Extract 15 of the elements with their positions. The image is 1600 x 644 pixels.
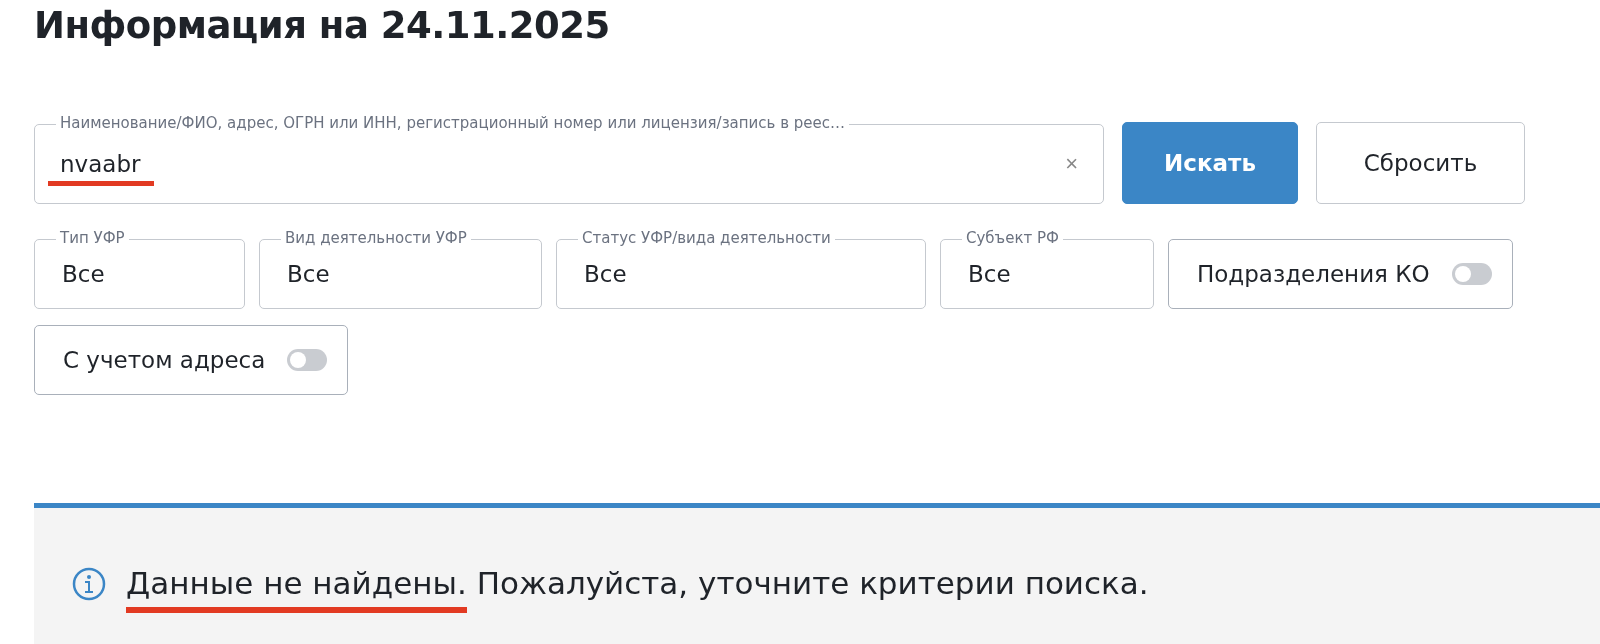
select-field[interactable]: Статус УФР/вида деятельности Все — [556, 229, 926, 309]
reset-button[interactable]: Сбросить — [1316, 122, 1525, 204]
clear-button[interactable]: × — [1065, 151, 1078, 177]
toggle-switch[interactable] — [287, 349, 328, 371]
select-field[interactable]: Субъект РФ Все — [940, 229, 1154, 309]
info-icon — [72, 567, 106, 601]
search-button[interactable]: Искать — [1122, 122, 1298, 204]
page-title: Информация на 24.11.2025 — [34, 3, 611, 49]
select-field[interactable]: Тип УФР Все — [34, 229, 245, 309]
toggle-control[interactable]: С учетом адреса — [34, 325, 349, 395]
no-results-message: Данные не найдены. Пожалуйста, уточните критерии поиска. — [126, 563, 1149, 615]
toggle-switch[interactable] — [1451, 263, 1492, 285]
select-field[interactable]: Вид деятельности УФР Все — [259, 229, 542, 309]
search-field[interactable]: Наименование/ФИО, адрес, ОГРН или ИНН, регистрационный номер или лицензия/запись в реес… nvaabr × — [34, 114, 1104, 204]
toggle-control[interactable]: Подразделения КО — [1168, 239, 1513, 309]
